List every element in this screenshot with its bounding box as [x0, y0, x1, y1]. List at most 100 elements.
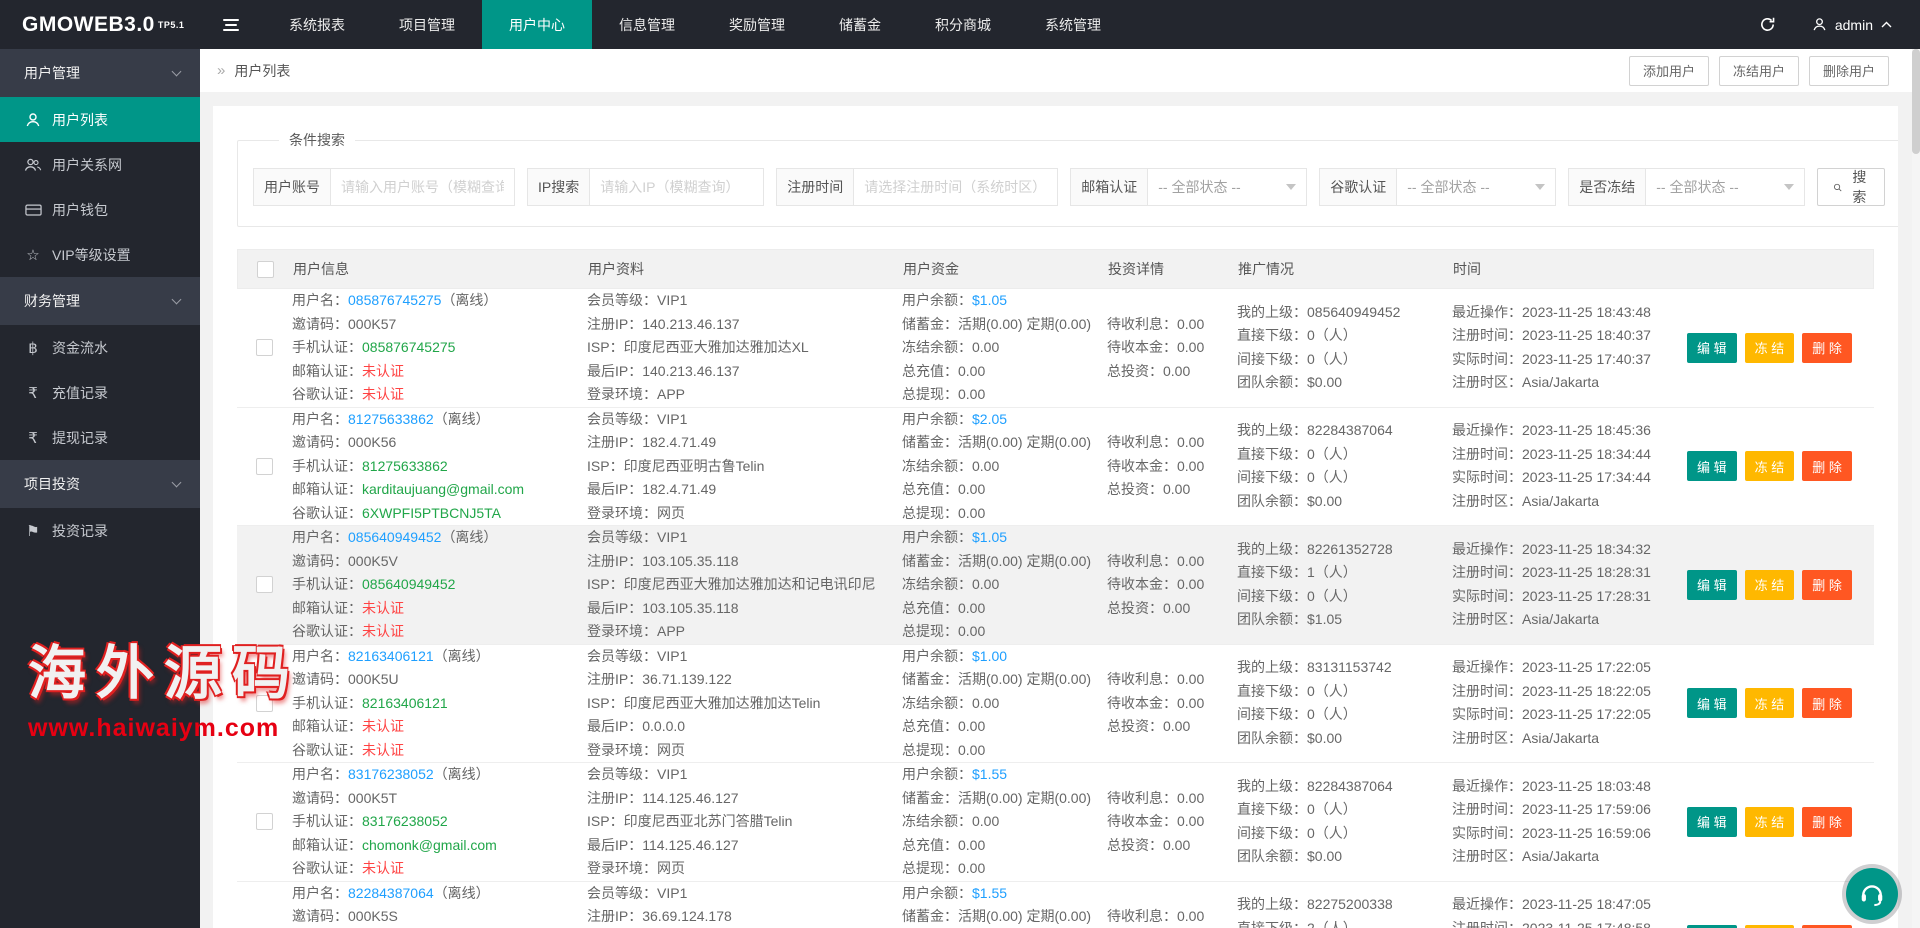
field-line: 用户余额：$1.55 [902, 882, 1107, 906]
menu-collapse-button[interactable] [200, 0, 262, 49]
nav-item-points-mall[interactable]: 积分商城 [908, 0, 1018, 49]
nav-item-system[interactable]: 系统管理 [1018, 0, 1128, 49]
delete-button[interactable]: 删 除 [1802, 688, 1852, 719]
sidebar-item-user-list[interactable]: 用户列表 [0, 97, 200, 142]
sidebar-item-vip-settings[interactable]: ☆ VIP等级设置 [0, 232, 200, 277]
search-button[interactable]: 搜 索 [1817, 168, 1886, 206]
sidebar-item-user-network[interactable]: 用户关系网 [0, 142, 200, 187]
table-cell: 我的上级：83131153742 直接下级：0（人） 间接下级：0（人） 团队余额：$… [1237, 656, 1452, 750]
text-segment: VIP1 [657, 292, 688, 308]
text-segment: 间接下级： [1237, 469, 1307, 486]
text-segment: 会员等级： [587, 410, 657, 427]
text-segment: 注册IP： [587, 434, 643, 450]
delete-user-button[interactable]: 删除用户 [1808, 55, 1889, 86]
nav-item-reports[interactable]: 系统报表 [262, 0, 372, 49]
delete-button[interactable]: 删 除 [1802, 332, 1852, 363]
sidebar-item-funds-flow[interactable]: ฿ 资金流水 [0, 325, 200, 370]
edit-button[interactable]: 编 辑 [1687, 332, 1737, 363]
nav-item-user-center[interactable]: 用户中心 [482, 0, 592, 49]
sidebar-item-invest-records[interactable]: ⚑ 投资记录 [0, 508, 200, 553]
row-checkbox[interactable] [256, 694, 273, 712]
text-segment: 谷歌认证： [292, 623, 362, 639]
add-user-button[interactable]: 添加用户 [1628, 55, 1709, 86]
regtime-input[interactable] [853, 168, 1059, 206]
text-segment: 总充值： [902, 599, 958, 616]
email-status-select[interactable]: -- 全部状态 -- [1147, 168, 1308, 206]
edit-button[interactable]: 编 辑 [1687, 688, 1737, 719]
field-line: 手机认证：83176238052 [292, 810, 587, 834]
edit-button[interactable]: 编 辑 [1687, 569, 1737, 600]
field-line: 实际时间：2023-11-25 17:40:37 [1452, 348, 1687, 372]
field-line: 总投资：0.00 [1107, 360, 1237, 384]
text-segment: 最近操作： [1452, 659, 1522, 676]
sidebar-group-user-management[interactable]: 用户管理 [0, 49, 200, 97]
scrollbar-thumb[interactable] [1912, 49, 1920, 154]
table-cell: 待收利息：0.00 待收本金：0.00 总投资：0.00 [1107, 550, 1237, 621]
sidebar-item-withdraw-records[interactable]: ₹ 提现记录 [0, 415, 200, 460]
sidebar-group-finance-management[interactable]: 财务管理 [0, 277, 200, 325]
scrollbar-track[interactable] [1912, 49, 1920, 928]
edit-button[interactable]: 编 辑 [1687, 806, 1737, 837]
delete-button[interactable]: 删 除 [1802, 806, 1852, 837]
row-checkbox[interactable] [256, 813, 273, 831]
nav-item-info[interactable]: 信息管理 [592, 0, 702, 49]
nav-item-projects[interactable]: 项目管理 [372, 0, 482, 49]
freeze-button[interactable]: 冻 结 [1744, 806, 1795, 837]
email-status-value: -- 全部状态 -- [1158, 179, 1241, 195]
dropdown-arrow-icon [1535, 184, 1546, 190]
field-line: 我的上级：83131153742 [1237, 656, 1452, 680]
sidebar-item-recharge-records[interactable]: ₹ 充值记录 [0, 370, 200, 415]
row-checkbox[interactable] [256, 457, 273, 475]
account-input[interactable] [330, 168, 515, 206]
text-segment: 印度尼西亚大雅加达雅加达XL [623, 339, 809, 355]
nav-item-rewards[interactable]: 奖励管理 [702, 0, 812, 49]
customer-service-button[interactable] [1846, 868, 1898, 920]
refresh-icon[interactable] [1759, 16, 1776, 33]
text-segment: 0.00 [1177, 789, 1205, 806]
text-segment: ISP： [587, 694, 624, 711]
field-line: 待收本金：0.00 [1107, 573, 1237, 597]
field-line: 总提现：0.00 [902, 620, 1107, 644]
text-segment: 0.00 [1163, 718, 1191, 734]
account-search-group: 用户账号 [253, 168, 515, 206]
text-segment: 注册IP： [587, 789, 643, 806]
header-checkbox-cell [238, 260, 293, 278]
nav-item-savings[interactable]: 储蓄金 [812, 0, 908, 49]
text-segment: 网页 [657, 741, 685, 758]
freeze-button[interactable]: 冻 结 [1744, 688, 1795, 719]
freeze-button[interactable]: 冻 结 [1744, 451, 1795, 482]
text-segment: 注册时区： [1452, 848, 1522, 865]
google-status-select[interactable]: -- 全部状态 -- [1396, 168, 1557, 206]
sidebar-item-user-wallet[interactable]: 用户钱包 [0, 187, 200, 232]
row-checkbox-cell [237, 339, 292, 357]
admin-menu[interactable]: admin [1812, 17, 1892, 33]
text-segment: 注册时间： [1452, 445, 1522, 462]
field-line: 手机认证：085640949452 [292, 573, 587, 597]
field-line: 直接下级：2（人） [1237, 917, 1452, 928]
freeze-button[interactable]: 冻 结 [1744, 569, 1795, 600]
row-checkbox[interactable] [256, 339, 273, 357]
text-segment: 待收本金： [1107, 813, 1177, 829]
text-segment: 82284387064 [1307, 777, 1393, 794]
table-cell: 最近操作：2023-11-25 18:45:36 注册时间：2023-11-25 … [1452, 419, 1687, 513]
delete-button[interactable]: 删 除 [1802, 569, 1852, 600]
frozen-status-select[interactable]: -- 全部状态 -- [1645, 168, 1806, 206]
text-segment: 82275200338 [1307, 896, 1393, 913]
freeze-button[interactable]: 冻 结 [1744, 332, 1795, 363]
ip-input[interactable] [589, 168, 765, 206]
select-all-checkbox[interactable] [257, 260, 274, 278]
table-cell: 我的上级：82261352728 直接下级：1（人） 间接下级：0（人） 团队余额：$… [1237, 538, 1452, 632]
freeze-user-button[interactable]: 冻结用户 [1718, 55, 1799, 86]
text-segment: 0.00 [958, 362, 986, 379]
text-segment: 0.00 [958, 623, 986, 639]
row-checkbox[interactable] [256, 576, 273, 594]
field-line: 用户余额：$1.05 [902, 289, 1107, 313]
text-segment: $1.05 [972, 292, 1008, 308]
text-segment: 085640949452 [1307, 303, 1401, 320]
field-line: 我的上级：82261352728 [1237, 538, 1452, 562]
delete-button[interactable]: 删 除 [1802, 451, 1852, 482]
edit-button[interactable]: 编 辑 [1687, 451, 1737, 482]
text-segment: 邀请码： [292, 789, 348, 806]
sidebar-group-project-investment[interactable]: 项目投资 [0, 460, 200, 508]
field-line: 邀请码：000K5T [292, 787, 587, 811]
